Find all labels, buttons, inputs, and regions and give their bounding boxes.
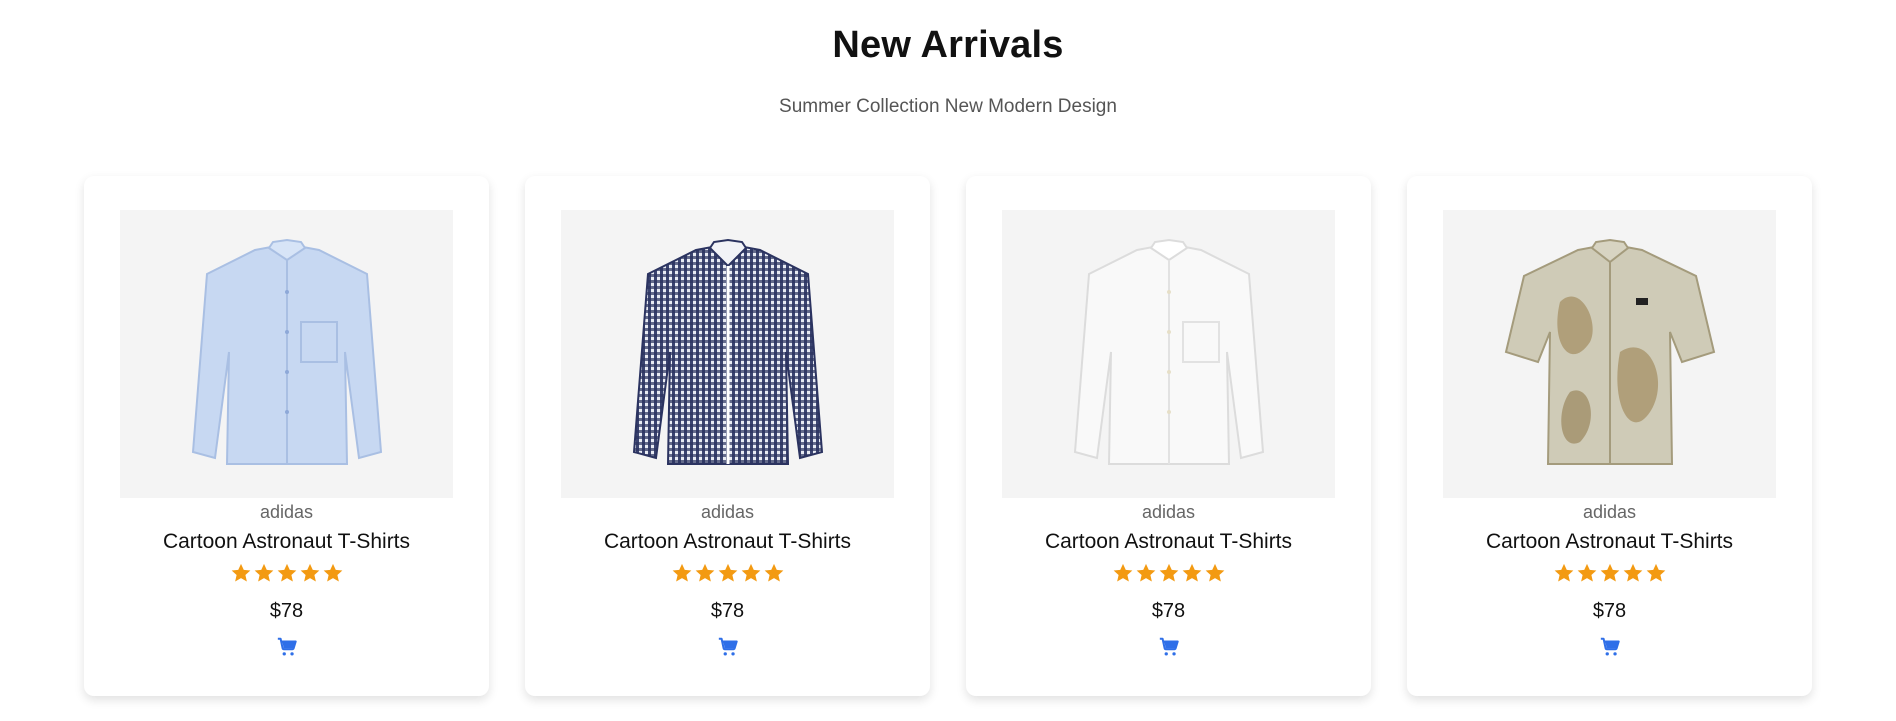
product-image[interactable] [120,210,453,498]
product-brand: adidas [700,502,755,522]
product-card[interactable]: adidas Cartoon Astronaut T-Shirts $78 [1407,176,1812,696]
star-icon [764,563,783,582]
star-icon [1646,563,1665,582]
cart-icon[interactable] [717,636,739,658]
product-name[interactable]: Cartoon Astronaut T-Shirts [966,530,1371,554]
star-icon [1159,563,1178,582]
star-icon [1554,563,1573,582]
product-image[interactable] [1002,210,1335,498]
cart-icon[interactable] [276,636,298,658]
product-rating [84,562,489,584]
product-price: $78 [269,600,304,622]
star-icon [1600,563,1619,582]
cart-icon[interactable] [1599,636,1621,658]
star-icon [323,563,342,582]
white-shirt-image [1073,238,1264,465]
product-image[interactable] [1443,210,1776,498]
product-brand: adidas [1582,502,1637,522]
star-icon [1182,563,1201,582]
product-name[interactable]: Cartoon Astronaut T-Shirts [1407,530,1812,554]
product-rating [1407,562,1812,584]
star-icon [718,563,737,582]
product-card[interactable]: adidas Cartoon Astronaut T-Shirts $78 [966,176,1371,696]
product-price: $78 [1592,600,1627,622]
product-price: $78 [1151,600,1186,622]
navy-check-shirt-image [632,238,823,465]
star-icon [1623,563,1642,582]
printed-short-sleeve-shirt-image [1504,238,1715,465]
section-title: New Arrivals [832,24,1064,66]
product-brand: adidas [1141,502,1196,522]
star-icon [277,563,296,582]
star-icon [300,563,319,582]
product-image[interactable] [561,210,894,498]
product-price: $78 [710,600,745,622]
product-brand: adidas [259,502,314,522]
star-icon [231,563,250,582]
product-grid: adidas Cartoon Astronaut T-Shirts $78 ad… [84,176,1812,696]
star-icon [672,563,691,582]
light-blue-shirt-image [191,238,382,465]
star-icon [254,563,273,582]
product-name[interactable]: Cartoon Astronaut T-Shirts [84,530,489,554]
cart-icon[interactable] [1158,636,1180,658]
star-icon [695,563,714,582]
product-rating [966,562,1371,584]
product-name[interactable]: Cartoon Astronaut T-Shirts [525,530,930,554]
star-icon [1577,563,1596,582]
product-card[interactable]: adidas Cartoon Astronaut T-Shirts $78 [525,176,930,696]
star-icon [1205,563,1224,582]
star-icon [741,563,760,582]
star-icon [1113,563,1132,582]
section-subtitle: Summer Collection New Modern Design [779,96,1117,117]
product-rating [525,562,930,584]
star-icon [1136,563,1155,582]
product-card[interactable]: adidas Cartoon Astronaut T-Shirts $78 [84,176,489,696]
